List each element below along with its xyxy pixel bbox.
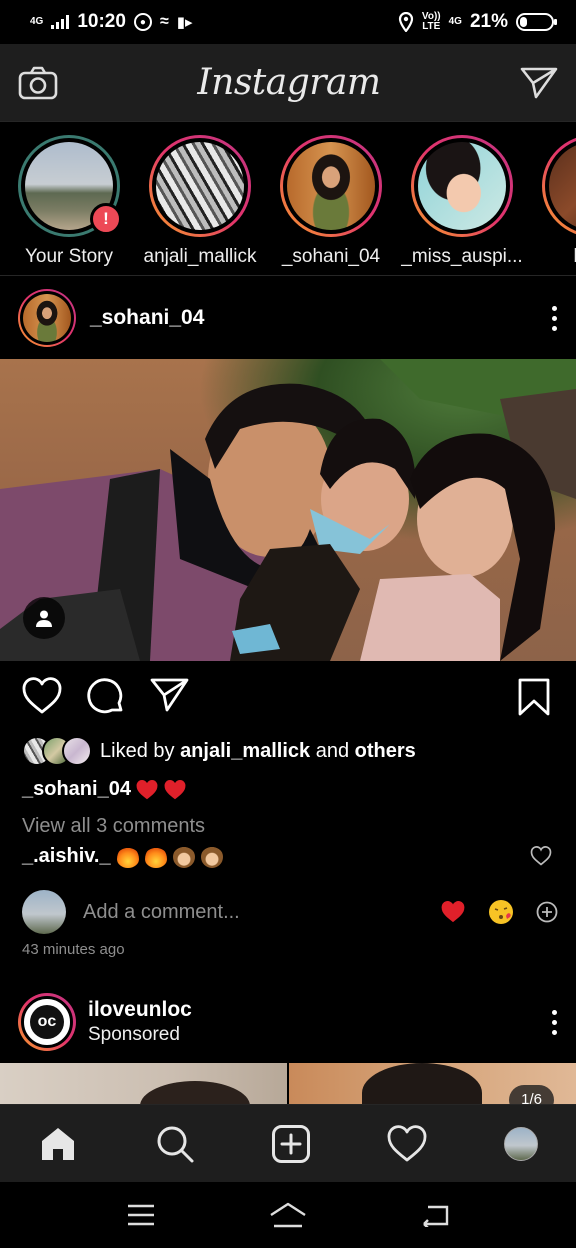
post-caption: _sohani_04 — [22, 778, 187, 801]
top-app-bar: Instagram — [0, 44, 576, 122]
activity-heart-icon[interactable] — [387, 1124, 427, 1163]
carousel-counter: 1/6 — [509, 1085, 554, 1105]
back-icon[interactable] — [420, 1203, 450, 1227]
network-type-left: 4G — [30, 16, 44, 27]
story-anjali-mallick[interactable]: anjali_mallick — [135, 135, 265, 268]
sponsored-label: Sponsored — [88, 1024, 180, 1045]
network-type-right: 4G — [448, 16, 462, 27]
story-avatar — [156, 142, 244, 230]
fire-emoji — [144, 845, 167, 868]
tagged-users-icon[interactable] — [23, 597, 65, 639]
app-logo: Instagram — [197, 62, 381, 103]
story-name: bijay — [528, 246, 576, 268]
battery-percent: 21% — [469, 11, 508, 32]
post-author-username[interactable]: _sohani_04 — [90, 306, 204, 330]
sponsor-avatar[interactable]: oc — [18, 993, 76, 1051]
status-bar: 4G 10:20 ● ≈ ▮▸ Vo)) LTE 4G 21% — [0, 0, 576, 44]
sponsored-carousel-image[interactable]: 1/6 — [0, 1063, 576, 1105]
red-heart-quick-reaction[interactable] — [440, 900, 466, 924]
clock: 10:20 — [77, 11, 126, 32]
story-avatar — [549, 142, 576, 230]
liker-avatar — [62, 736, 92, 766]
add-comment-input[interactable]: Add a comment... — [83, 901, 240, 924]
add-comment-row[interactable]: Add a comment... — [22, 889, 558, 935]
signal-icon — [51, 15, 70, 29]
comment-icon[interactable] — [86, 677, 126, 717]
more-options-icon[interactable] — [550, 305, 558, 331]
profile-avatar[interactable] — [503, 1126, 538, 1161]
new-post-icon[interactable] — [271, 1124, 311, 1164]
home-outline-icon[interactable] — [268, 1201, 308, 1229]
like-heart-icon[interactable] — [22, 677, 62, 715]
sponsor-username[interactable]: iloveunloc — [88, 998, 192, 1022]
story-sohani-04[interactable]: _sohani_04 — [266, 135, 396, 268]
home-icon[interactable] — [38, 1124, 78, 1164]
battery-icon — [516, 13, 557, 31]
direct-send-icon[interactable] — [520, 66, 558, 100]
sponsored-post-header: oc iloveunloc Sponsored — [0, 990, 576, 1054]
post-timestamp: 43 minutes ago — [22, 941, 125, 958]
post-actions — [0, 671, 576, 727]
fire-emoji — [116, 845, 139, 868]
system-navigation-bar — [0, 1182, 576, 1248]
add-emoji-plus-icon[interactable] — [536, 901, 558, 923]
story-avatar — [287, 142, 375, 230]
see-no-evil-monkey-emoji — [200, 845, 223, 868]
story-bijay[interactable]: bijay — [528, 135, 576, 268]
story-name: _sohani_04 — [281, 246, 381, 267]
photo-content — [0, 359, 576, 661]
kiss-emoji-quick-reaction[interactable] — [488, 899, 514, 925]
post-header: _sohani_04 — [0, 277, 576, 359]
data-usage-icon: ≈ — [159, 13, 169, 30]
comment-like-icon[interactable] — [530, 846, 552, 866]
caption-username[interactable]: _sohani_04 — [22, 778, 131, 801]
post-author-avatar[interactable] — [18, 289, 76, 347]
video-call-icon: ▮▸ — [176, 14, 193, 31]
see-no-evil-monkey-emoji — [172, 845, 195, 868]
stories-tray[interactable]: ! Your Story anjali_mallick _sohani_04 _… — [0, 123, 576, 276]
search-icon[interactable] — [155, 1124, 195, 1164]
comment-row: _.aishiv._ — [22, 845, 223, 868]
location-icon — [398, 12, 414, 32]
bottom-navigation — [0, 1104, 576, 1182]
story-avatar — [418, 142, 506, 230]
liked-by-text: Liked by anjali_mallick and others — [100, 739, 416, 762]
camera-icon[interactable] — [18, 66, 58, 100]
story-miss-auspi[interactable]: _miss_auspi... — [397, 135, 527, 268]
liked-by-others[interactable]: others — [355, 740, 416, 762]
menu-icon[interactable] — [126, 1203, 156, 1227]
data-saver-icon: ● — [133, 13, 152, 31]
alert-icon: ! — [90, 203, 122, 235]
story-your-story[interactable]: ! Your Story — [4, 135, 134, 268]
volte-indicator: Vo)) LTE — [421, 11, 441, 32]
share-send-icon[interactable] — [150, 677, 190, 713]
comment-username[interactable]: _.aishiv._ — [22, 845, 111, 868]
story-name: anjali_mallick — [143, 246, 257, 267]
liked-by-user[interactable]: anjali_mallick — [180, 740, 310, 762]
story-name: Your Story — [24, 246, 113, 267]
red-heart-emoji — [164, 779, 186, 799]
view-all-comments-link[interactable]: View all 3 comments — [22, 815, 205, 838]
save-bookmark-icon[interactable] — [517, 677, 551, 717]
sponsor-logo: oc — [30, 1005, 64, 1039]
my-avatar — [22, 890, 66, 934]
story-name: _miss_auspi... — [401, 246, 523, 267]
likes-summary[interactable]: Liked by anjali_mallick and others — [22, 736, 416, 766]
post-photo[interactable] — [0, 359, 576, 661]
red-heart-emoji — [136, 779, 158, 799]
more-options-icon[interactable] — [550, 1009, 558, 1035]
